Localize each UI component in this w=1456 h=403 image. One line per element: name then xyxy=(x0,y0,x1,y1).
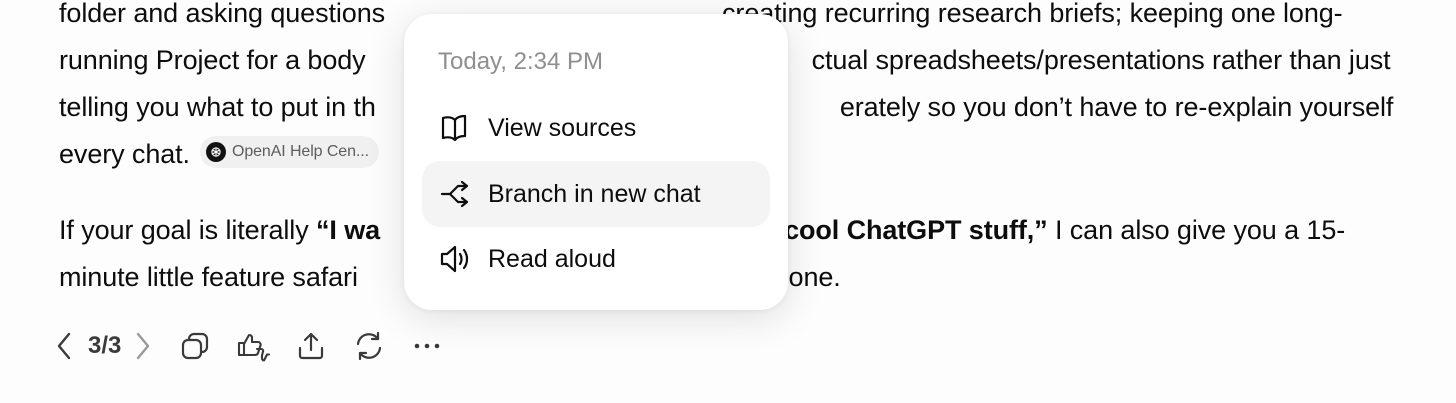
regenerate-button[interactable] xyxy=(347,324,391,368)
source-chip[interactable]: OpenAI Help Cen... xyxy=(199,136,379,168)
share-icon xyxy=(299,332,324,360)
view-sources-menu-item[interactable]: View sources xyxy=(422,95,770,161)
previous-response-button[interactable] xyxy=(48,324,82,368)
more-options-menu: Today, 2:34 PM View sources Branch in ne… xyxy=(404,14,788,310)
branch-in-new-chat-menu-item[interactable]: Branch in new chat xyxy=(422,161,770,227)
message-timestamp: Today, 2:34 PM xyxy=(438,48,603,75)
openai-logo-icon xyxy=(205,142,226,162)
text-fragment: running Project for a body xyxy=(59,45,366,75)
more-horizontal-icon xyxy=(415,343,440,349)
copy-button[interactable] xyxy=(173,324,217,368)
response-pager: 3/3 xyxy=(88,332,122,359)
chevron-left-icon xyxy=(57,332,71,360)
more-options-button[interactable] xyxy=(405,324,449,368)
text-fragment: creating recurring research briefs; keep… xyxy=(722,0,1343,28)
thumbs-up-down-icon xyxy=(238,333,271,362)
message-actions-toolbar: 3/3 xyxy=(48,324,463,368)
source-chip-label: OpenAI Help Cen... xyxy=(231,143,369,160)
menu-item-label: View sources xyxy=(488,113,637,142)
bold-fragment: “I wa xyxy=(316,215,381,245)
text-fragment: If your goal is literally xyxy=(59,215,316,245)
text-fragment: every chat. xyxy=(59,139,190,169)
text-fragment: telling you what to put in th xyxy=(59,92,376,122)
menu-item-label: Read aloud xyxy=(488,244,616,273)
text-fragment: minute little feature safari xyxy=(59,262,358,292)
text-fragment: ctual spreadsheets/presentations rather … xyxy=(811,45,1391,75)
speaker-icon xyxy=(438,242,472,276)
feedback-button[interactable] xyxy=(231,324,275,368)
next-response-button[interactable] xyxy=(125,324,159,368)
branch-icon xyxy=(438,177,472,211)
copy-icon xyxy=(182,332,209,360)
read-aloud-menu-item[interactable]: Read aloud xyxy=(422,226,770,292)
chat-page: folder and asking questions creating recu… xyxy=(0,0,1456,403)
refresh-icon xyxy=(357,331,382,361)
text-fragment: erately so you don’t have to re-explain … xyxy=(839,92,1394,122)
menu-item-label: Branch in new chat xyxy=(488,179,701,208)
share-button[interactable] xyxy=(289,324,333,368)
chevron-right-icon xyxy=(137,332,150,360)
text-fragment: I can also give you a 15- xyxy=(1047,215,1346,245)
text-fragment: folder and asking questions xyxy=(59,0,386,28)
book-open-icon xyxy=(438,111,472,145)
